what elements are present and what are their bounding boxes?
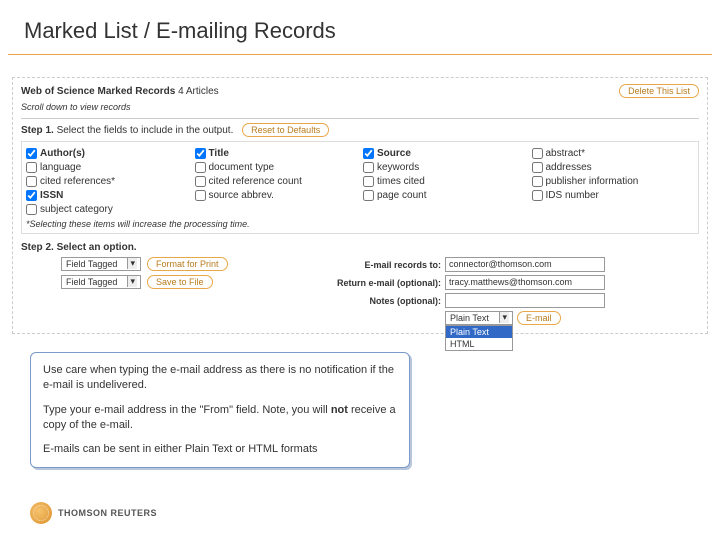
email-format-dropdown: Plain Text HTML — [445, 325, 513, 351]
step2-label: Step 2. Select an option. — [21, 242, 699, 253]
label-addresses: addresses — [546, 162, 592, 173]
callout-p2b: not — [331, 404, 348, 416]
label-timescited: times cited — [377, 176, 425, 187]
checkbox-authors[interactable] — [26, 148, 37, 159]
label-sourceabbrev: source abbrev. — [209, 190, 274, 201]
checkbox-timescited[interactable] — [363, 176, 374, 187]
label-source: Source — [377, 148, 411, 159]
return-email-input[interactable]: tracy.matthews@thomson.com — [445, 275, 605, 290]
step1-prefix: Step 1. — [21, 125, 57, 136]
dropdown-option-html[interactable]: HTML — [446, 338, 512, 350]
divider — [21, 118, 699, 119]
dropdown-option-plaintext[interactable]: Plain Text — [446, 326, 512, 338]
callout-p1: Use care when typing the e-mail address … — [43, 363, 397, 393]
label-abstract: abstract* — [546, 148, 585, 159]
fields-footnote: *Selecting these items will increase the… — [26, 219, 694, 229]
label-citedrefcount: cited reference count — [209, 176, 302, 187]
panel-header-title: Web of Science Marked Records — [21, 86, 175, 97]
label-idsnum: IDS number — [546, 190, 599, 201]
callout-p2a: Type your e-mail address in the "From" f… — [43, 404, 331, 416]
format-select-save[interactable]: Field Tagged — [61, 275, 141, 289]
notes-label: Notes (optional): — [321, 296, 441, 306]
delete-list-button[interactable]: Delete This List — [619, 84, 699, 98]
label-authors: Author(s) — [40, 148, 85, 159]
checkbox-sourceabbrev[interactable] — [195, 190, 206, 201]
format-for-print-button[interactable]: Format for Print — [147, 257, 228, 271]
checkbox-pagecount[interactable] — [363, 190, 374, 201]
slide-title: Marked List / E-mailing Records — [0, 0, 720, 54]
scroll-hint: Scroll down to view records — [21, 102, 699, 112]
checkbox-abstract[interactable] — [532, 148, 543, 159]
label-keywords: keywords — [377, 162, 419, 173]
article-count: 4 Articles — [178, 86, 219, 97]
panel-header-title-wrap: Web of Science Marked Records 4 Articles — [21, 86, 219, 97]
print-save-column: Field Tagged Format for Print Field Tagg… — [21, 257, 321, 325]
checkbox-pubinfo[interactable] — [532, 176, 543, 187]
reset-defaults-button[interactable]: Reset to Defaults — [242, 123, 329, 137]
fields-box: Author(s) Title Source abstract* languag… — [21, 141, 699, 234]
checkbox-keywords[interactable] — [363, 162, 374, 173]
checkbox-citedrefs[interactable] — [26, 176, 37, 187]
callout-p2: Type your e-mail address in the "From" f… — [43, 403, 397, 433]
checkbox-doctype[interactable] — [195, 162, 206, 173]
marked-records-panel: Web of Science Marked Records 4 Articles… — [12, 77, 708, 334]
checkbox-citedrefcount[interactable] — [195, 176, 206, 187]
format-select-print[interactable]: Field Tagged — [61, 257, 141, 271]
checkbox-idsnum[interactable] — [532, 190, 543, 201]
checkbox-language[interactable] — [26, 162, 37, 173]
thomson-reuters-icon — [30, 502, 52, 524]
fields-grid: Author(s) Title Source abstract* languag… — [26, 148, 694, 215]
panel-header: Web of Science Marked Records 4 Articles… — [21, 84, 699, 98]
label-issn: ISSN — [40, 190, 63, 201]
checkbox-issn[interactable] — [26, 190, 37, 201]
instruction-callout: Use care when typing the e-mail address … — [30, 352, 410, 468]
checkbox-source[interactable] — [363, 148, 374, 159]
step1-label: Step 1. Select the fields to include in … — [21, 123, 699, 137]
label-title: Title — [209, 148, 229, 159]
footer-logo: THOMSON REUTERS — [30, 502, 157, 524]
step1-text: Select the fields to include in the outp… — [57, 125, 234, 136]
checkbox-subjcat[interactable] — [26, 204, 37, 215]
email-button[interactable]: E-mail — [517, 311, 561, 325]
checkbox-title[interactable] — [195, 148, 206, 159]
save-to-file-button[interactable]: Save to File — [147, 275, 213, 289]
checkbox-addresses[interactable] — [532, 162, 543, 173]
email-to-input[interactable]: connector@thomson.com — [445, 257, 605, 272]
notes-input[interactable] — [445, 293, 605, 308]
email-format-select[interactable]: Plain Text — [445, 311, 513, 325]
email-to-label: E-mail records to: — [321, 260, 441, 270]
label-pubinfo: publisher information — [546, 176, 639, 187]
label-citedrefs: cited references* — [40, 176, 115, 187]
label-language: language — [40, 162, 81, 173]
callout-p3: E-mails can be sent in either Plain Text… — [43, 442, 397, 457]
thomson-reuters-text: THOMSON REUTERS — [58, 508, 157, 518]
title-underline — [8, 54, 712, 55]
label-pagecount: page count — [377, 190, 427, 201]
step2-section: Step 2. Select an option. Field Tagged F… — [21, 242, 699, 325]
label-doctype: document type — [209, 162, 275, 173]
return-email-label: Return e-mail (optional): — [321, 278, 441, 288]
email-column: E-mail records to: connector@thomson.com… — [321, 257, 699, 325]
label-subjcat: subject category — [40, 204, 113, 215]
